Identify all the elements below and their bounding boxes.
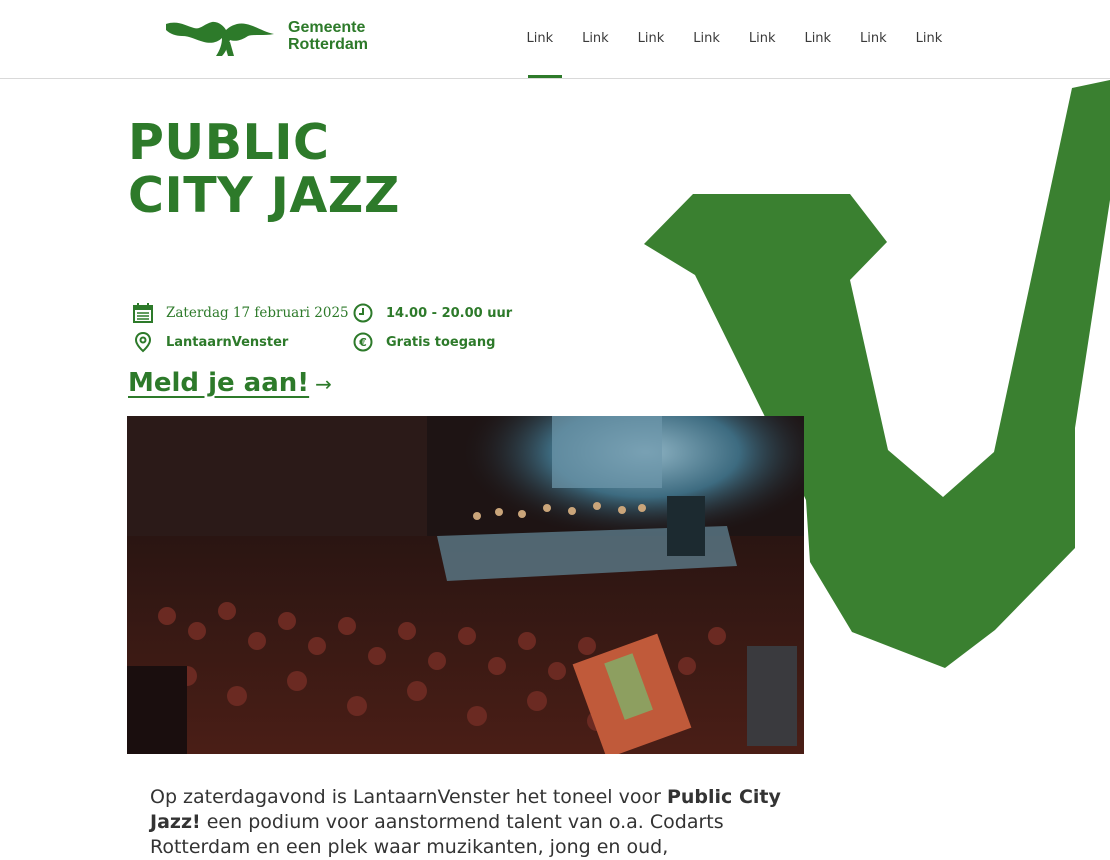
register-link-label: Meld je aan!	[128, 368, 310, 398]
clock-icon	[353, 303, 373, 323]
logo-line1: Gemeente	[288, 19, 366, 36]
nav-link-8[interactable]: Link	[901, 0, 957, 78]
event-date-text: Zaterdag 17 februari 2025	[166, 305, 349, 321]
event-date: Zaterdag 17 februari 2025	[132, 302, 349, 324]
event-price: € Gratis toegang	[352, 331, 495, 353]
intro-suffix: een podium voor aanstormend talent van o…	[150, 811, 724, 858]
concert-scene-image	[127, 416, 804, 754]
logo[interactable]: Gemeente Rotterdam	[164, 16, 384, 62]
euro-icon: €	[353, 332, 373, 352]
arrow-right-icon: →	[315, 372, 332, 396]
event-location-text: LantaarnVenster	[166, 334, 289, 350]
intro-paragraph: Op zaterdagavond is LantaarnVenster het …	[150, 785, 790, 860]
nav-link-3[interactable]: Link	[623, 0, 679, 78]
nav-link-4[interactable]: Link	[679, 0, 735, 78]
main-nav: Link Link Link Link Link Link Link Link	[512, 0, 957, 78]
register-link[interactable]: Meld je aan! →	[128, 368, 332, 398]
calendar-icon	[133, 303, 153, 323]
event-location: LantaarnVenster	[132, 331, 288, 353]
location-pin-icon	[134, 331, 152, 353]
svg-text:€: €	[358, 336, 367, 349]
nav-link-5[interactable]: Link	[734, 0, 790, 78]
event-time-text: 14.00 - 20.00 uur	[386, 305, 513, 321]
nav-link-6[interactable]: Link	[790, 0, 846, 78]
page-title: PUBLIC CITY JAZZ	[128, 116, 400, 222]
intro-prefix: Op zaterdagavond is LantaarnVenster het …	[150, 786, 667, 808]
page-title-line1: PUBLIC	[128, 114, 330, 171]
event-time: 14.00 - 20.00 uur	[352, 302, 512, 324]
page-title-line2: CITY JAZZ	[128, 167, 400, 224]
logo-text: Gemeente Rotterdam	[288, 19, 368, 53]
site-header: Gemeente Rotterdam Link Link Link Link L…	[0, 0, 1110, 79]
nav-link-2[interactable]: Link	[568, 0, 624, 78]
logo-line2: Rotterdam	[288, 36, 369, 53]
nav-link-1[interactable]: Link	[512, 0, 568, 78]
nav-link-7[interactable]: Link	[846, 0, 902, 78]
event-price-text: Gratis toegang	[386, 334, 496, 350]
rotterdam-logo-mark-icon	[166, 21, 274, 56]
event-photo	[127, 416, 804, 754]
